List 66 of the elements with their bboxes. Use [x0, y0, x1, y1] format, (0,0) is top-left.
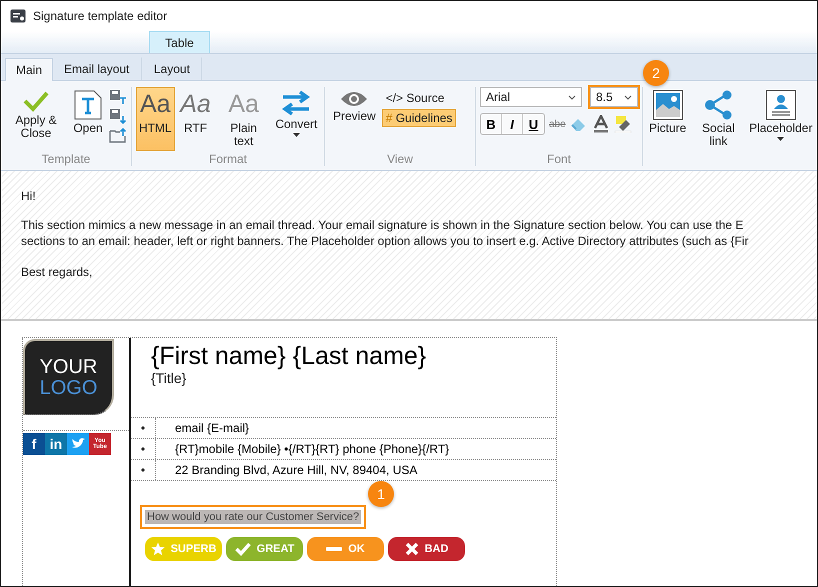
highlighter-icon[interactable]: [614, 115, 632, 133]
eye-icon: [340, 90, 368, 108]
chevron-down-icon: [624, 94, 632, 100]
group-label: Template: [40, 152, 92, 166]
open-button[interactable]: Open: [69, 87, 107, 151]
group-label: View: [386, 152, 414, 166]
format-button[interactable]: Convert: [272, 87, 320, 151]
chevron-down-icon: [568, 94, 576, 100]
email-text: Hi!: [21, 189, 37, 203]
social-button[interactable]: Social link: [690, 87, 746, 151]
app-icon: [10, 9, 26, 23]
picture-button[interactable]: Picture: [647, 87, 688, 151]
social-icon[interactable]: in: [45, 433, 67, 455]
email-text: sections to an email: header, left or right banners. The Placeholder option allows you to insert e.g. Active Directory attributes (such as {Fir: [21, 233, 748, 249]
contact-line: 22 Branding Blvd, Azure Hill, NV, 89404, USA: [174, 463, 418, 477]
signature-name: {First name} {Last name}: [151, 342, 428, 370]
folder-upload-icon[interactable]: [109, 127, 127, 143]
font-style-button[interactable]: I: [502, 114, 523, 134]
social-icon[interactable]: [67, 433, 89, 455]
ribbon-tab[interactable]: Layout: [141, 57, 202, 80]
font-family-dropdown[interactable]: Arial: [480, 87, 582, 107]
font-color-icon[interactable]: [592, 115, 610, 133]
logo-text: YOUR: [40, 356, 98, 378]
bullet: •: [131, 460, 156, 480]
share-icon: [703, 90, 734, 120]
format-button[interactable]: Aa HTML: [136, 87, 175, 151]
preview-button[interactable]: Preview: [329, 87, 380, 151]
strikethrough-button[interactable]: abe: [549, 118, 566, 130]
contextual-tab-label: Table: [149, 31, 210, 53]
social-icon[interactable]: f: [23, 433, 45, 455]
caret-icon: [292, 133, 300, 137]
font-style-button[interactable]: U: [523, 114, 544, 134]
caret-icon: [777, 137, 784, 141]
format-button[interactable]: Aa Plain text: [216, 87, 271, 151]
checkmark-icon: [23, 90, 49, 112]
person-card-icon: [766, 90, 796, 120]
survey-question: How would you rate our Customer Service?: [145, 510, 362, 524]
email-text: This section mimics a new message in an email thread. Your email signature is shown in the Signature section below. You can use the E: [21, 217, 744, 233]
bullet: •: [131, 439, 156, 459]
placeholder-button[interactable]: Placeholder: [748, 87, 813, 151]
ribbon-tab[interactable]: Email layout: [53, 57, 140, 80]
picture-icon: [652, 90, 683, 120]
logo-text: LOGO: [40, 378, 98, 398]
star-icon: [150, 542, 165, 556]
save-download-icon[interactable]: [109, 108, 127, 124]
group-label: Font: [546, 152, 572, 166]
format-button[interactable]: Aa RTF: [176, 87, 215, 151]
contact-line: email {E-mail}: [174, 421, 250, 435]
swap-arrows-icon: [281, 90, 312, 116]
checkmark-icon: [234, 542, 251, 556]
save-template-icon[interactable]: [109, 89, 127, 105]
font-style-button[interactable]: B: [481, 114, 502, 134]
group-label: Format: [208, 152, 248, 166]
source-button[interactable]: </> Source: [382, 89, 456, 107]
font-size-dropdown[interactable]: 8.5: [590, 87, 638, 107]
apply-close-button[interactable]: Apply & Close: [5, 87, 67, 151]
text-document-icon: [74, 90, 102, 120]
contact-line: {RT}mobile {Mobile} •{/RT}{RT} phone {Phone}{/RT}: [174, 442, 450, 456]
rating-button[interactable]: BAD: [388, 537, 465, 561]
signature-job-title: {Title}: [151, 370, 188, 386]
window-title: Signature template editor: [33, 9, 168, 23]
guidelines-button[interactable]: # Guidelines: [382, 109, 456, 127]
bullet: •: [131, 418, 156, 438]
cross-icon: [404, 542, 419, 556]
ribbon-tab[interactable]: Main: [5, 58, 54, 81]
email-text: Best regards,: [21, 265, 94, 279]
